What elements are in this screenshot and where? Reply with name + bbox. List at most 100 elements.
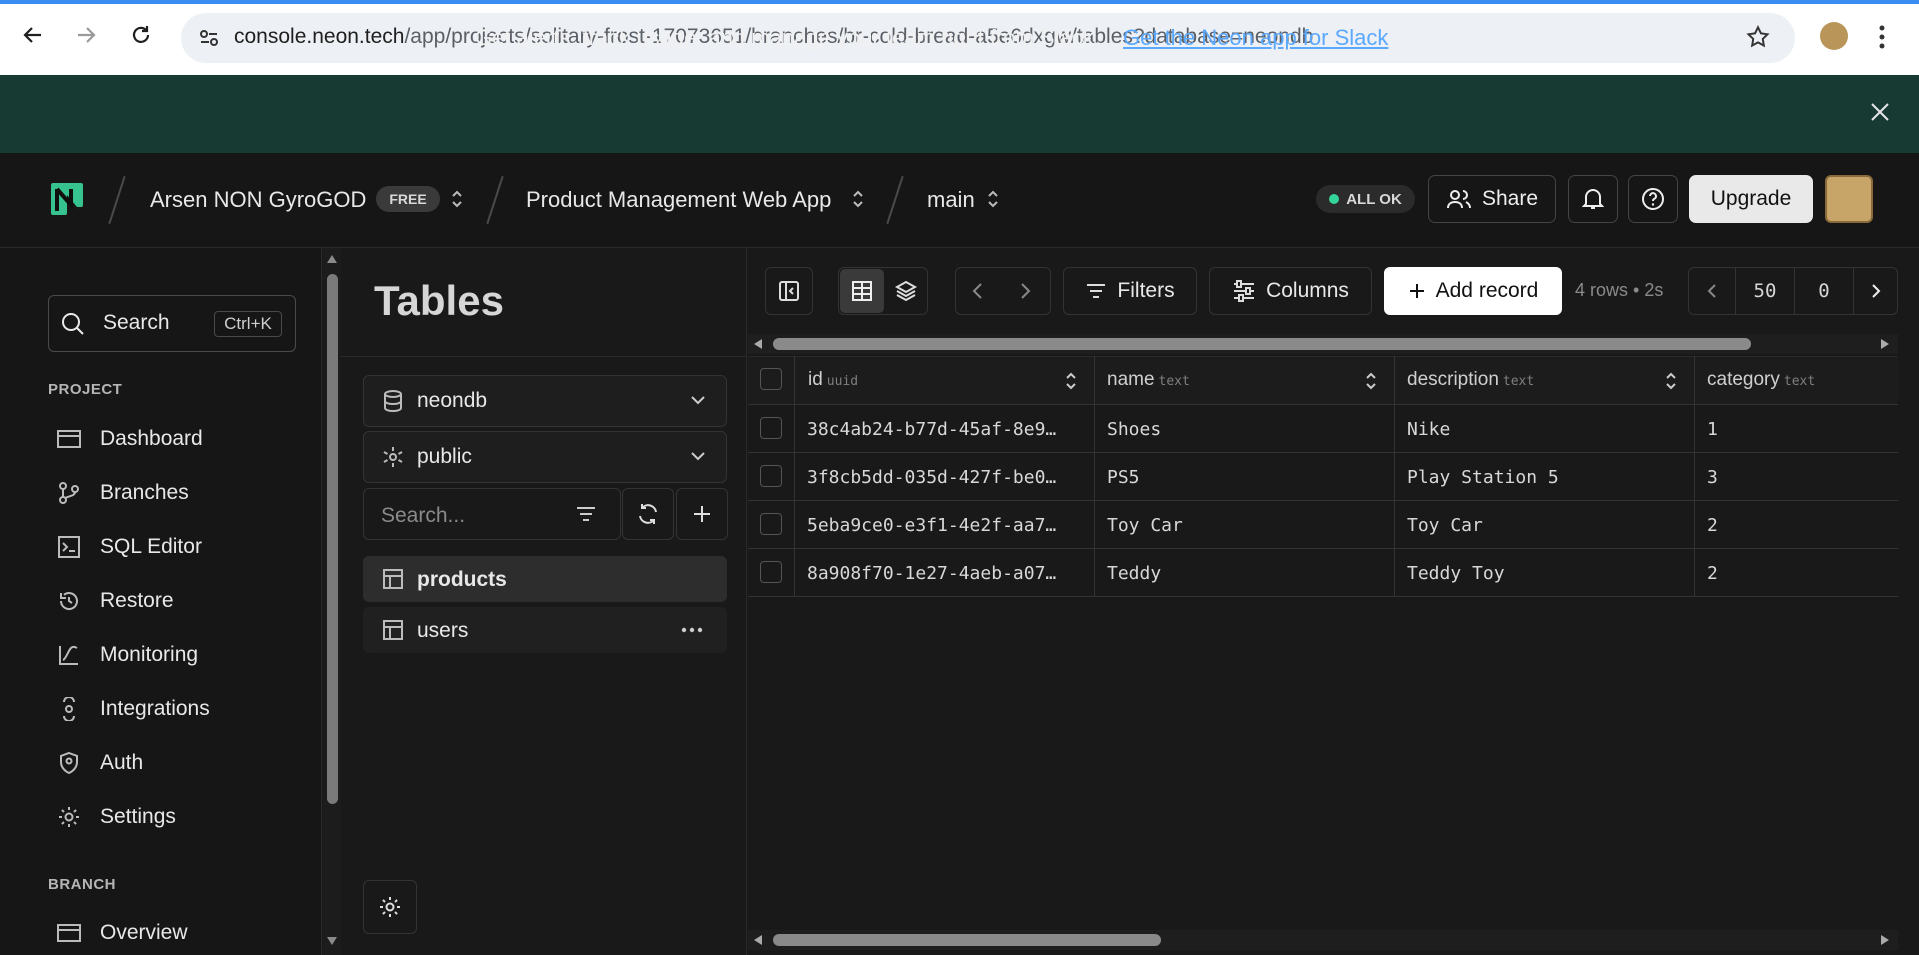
branch-switcher-icon[interactable] [986,188,1000,210]
cell-id[interactable]: 8a908f70-1e27-4aeb-a07… [807,563,1083,584]
sidebar-item-dashboard[interactable]: Dashboard [56,419,203,459]
status-dot [1329,194,1340,204]
cell-name[interactable]: Shoes [1107,419,1383,440]
cell-description[interactable]: Toy Car [1407,515,1683,536]
cell-name[interactable]: Teddy [1107,563,1383,584]
bell-icon [1582,189,1604,209]
prev-row-icon[interactable] [968,281,988,301]
cell-id[interactable]: 3f8cb5dd-035d-427f-be0… [807,467,1083,488]
auth-icon [56,750,82,776]
sort-icon[interactable] [1364,371,1378,391]
avatar[interactable] [1825,175,1873,223]
refresh-button[interactable] [622,488,674,540]
column-divider [1094,356,1095,596]
sidebar-item-monitoring[interactable]: Monitoring [56,635,198,675]
sidebar-item-sql-editor[interactable]: SQL Editor [56,527,202,567]
sort-icon[interactable] [1664,371,1678,391]
scroll-left-icon[interactable] [753,338,763,350]
sidebar-item-settings[interactable]: Settings [56,797,176,837]
toggle-sidebar-button[interactable] [765,267,813,315]
cell-name[interactable]: Toy Car [1107,515,1383,536]
status-badge[interactable]: ALL OK [1316,185,1415,213]
filters-button[interactable]: Filters [1063,267,1197,315]
slack-banner [0,75,1919,153]
plus-icon [694,506,710,522]
project-name[interactable]: Product Management Web App [526,187,831,213]
table-search-placeholder: Search... [381,504,466,527]
reload-button[interactable] [126,20,156,50]
back-button[interactable] [18,20,48,50]
panel-settings-button[interactable] [363,880,417,934]
prev-page-button[interactable] [1688,267,1736,315]
cell-description[interactable]: Play Station 5 [1407,467,1683,488]
column-header-description[interactable]: description text [1407,369,1534,391]
org-switcher-icon[interactable] [450,188,464,210]
scroll-right-icon[interactable] [1880,934,1890,946]
cell-category[interactable]: 3 [1707,467,1897,488]
row-checkbox[interactable] [760,561,782,583]
column-header-id[interactable]: id uuid [808,369,858,391]
browser-menu-icon[interactable] [1877,24,1887,50]
sidebar-item-integrations[interactable]: Integrations [56,689,210,729]
data-grid-area [747,248,1919,955]
next-page-button[interactable] [1853,267,1898,315]
cell-category[interactable]: 2 [1707,563,1897,584]
cell-name[interactable]: PS5 [1107,467,1383,488]
row-checkbox[interactable] [760,417,782,439]
scroll-down-icon[interactable] [326,936,338,946]
grid-view-button[interactable] [840,269,884,313]
branch-name[interactable]: main [927,187,975,213]
filter-lines-icon[interactable] [575,503,597,525]
chevron-left-icon [1707,284,1716,298]
users-icon [1446,190,1471,209]
row-checkbox[interactable] [760,513,782,535]
more-options-icon[interactable] [681,627,703,633]
scroll-up-icon[interactable] [326,254,338,264]
upgrade-button[interactable]: Upgrade [1689,175,1813,223]
browser-profile-avatar[interactable] [1820,22,1848,50]
sidebar-scroll-thumb[interactable] [327,274,338,804]
select-all-checkbox[interactable] [760,368,782,390]
scroll-right-icon[interactable] [1880,338,1890,350]
cell-id[interactable]: 38c4ab24-b77d-45af-8e9… [807,419,1083,440]
add-table-button[interactable] [676,488,728,540]
notifications-button[interactable] [1568,175,1618,223]
column-header-category[interactable]: category text [1707,369,1815,391]
slack-app-link[interactable]: Get the Neon app for Slack [1123,25,1388,51]
scroll-left-icon[interactable] [753,934,763,946]
integrations-icon [56,696,82,722]
cell-id[interactable]: 5eba9ce0-e3f1-4e2f-aa7… [807,515,1083,536]
project-switcher-icon[interactable] [851,188,865,210]
org-name[interactable]: Arsen NON GyroGOD [150,187,366,213]
column-divider [1394,356,1395,596]
sort-icon[interactable] [1064,371,1078,391]
page-offset-input[interactable]: 0 [1794,267,1854,315]
cell-category[interactable]: 2 [1707,515,1897,536]
page-limit-input[interactable]: 50 [1735,267,1795,315]
row-checkbox[interactable] [760,465,782,487]
columns-button[interactable]: Columns [1209,267,1372,315]
chevron-right-icon [1871,284,1880,298]
cell-description[interactable]: Nike [1407,419,1683,440]
restore-icon [56,588,82,614]
help-button[interactable] [1628,175,1678,223]
column-header-name[interactable]: name text [1107,369,1190,391]
schema-view-button[interactable] [884,269,928,313]
bookmark-star-icon[interactable] [1745,24,1771,50]
forward-button[interactable] [71,20,101,50]
cell-category[interactable]: 1 [1707,419,1897,440]
bottom-scroll-thumb[interactable] [773,934,1161,946]
next-row-icon[interactable] [1015,281,1035,301]
share-button[interactable]: Share [1428,175,1556,223]
cell-description[interactable]: Teddy Toy [1407,563,1683,584]
add-record-button[interactable]: Add record [1384,267,1562,315]
top-scroll-thumb[interactable] [773,338,1751,350]
sidebar-item-restore[interactable]: Restore [56,581,174,621]
sidebar-item-overview[interactable]: Overview [56,913,188,953]
sidebar-item-auth[interactable]: Auth [56,743,143,783]
neon-logo[interactable] [47,179,87,219]
project-section-label: PROJECT [48,381,123,398]
site-info-icon[interactable] [197,26,221,50]
sidebar-item-branches[interactable]: Branches [56,473,189,513]
close-banner-icon[interactable] [1869,101,1891,123]
